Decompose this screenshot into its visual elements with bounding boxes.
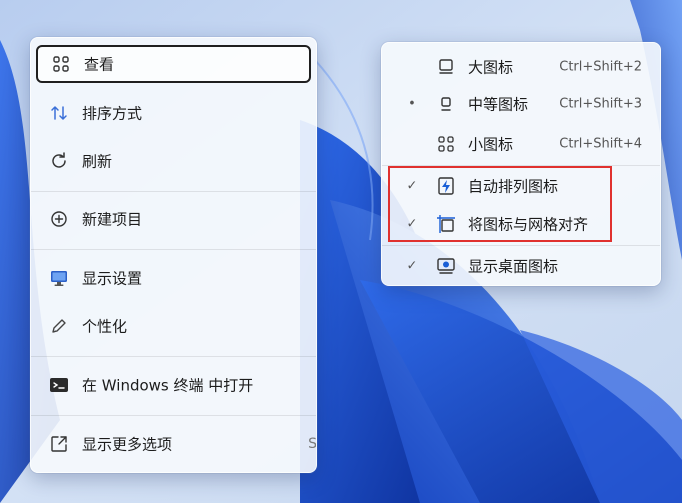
menu-item-new[interactable]: 新建项目 (36, 200, 311, 238)
display-icon (48, 267, 70, 289)
grid-view-icon (50, 53, 72, 75)
menu-item-label: 排序方式 (82, 104, 143, 123)
medium-icons-icon (436, 94, 456, 114)
menu-item-label: 查看 (84, 55, 115, 74)
menu-item-label: 显示更多选项 (82, 435, 173, 454)
refresh-icon (48, 150, 70, 172)
desktop-context-menu: 查看 排序方式 刷新 新建项目 显示设置 个性化 在 Windows 终端 中打… (30, 37, 317, 473)
submenu-item-label: 中等图标 (468, 95, 529, 114)
menu-separator (31, 249, 316, 250)
menu-item-label: 显示设置 (82, 269, 143, 288)
menu-item-personalize[interactable]: 个性化 (36, 307, 311, 345)
show-desktop-icons-icon (436, 256, 456, 276)
submenu-item-label: 大图标 (468, 58, 514, 77)
pen-icon (48, 315, 70, 337)
view-submenu: 大图标 Ctrl+Shift+2 • 中等图标 Ctrl+Shift+3 小图标… (381, 42, 661, 286)
menu-item-view[interactable]: 查看 (36, 45, 311, 83)
menu-separator (31, 191, 316, 192)
submenu-item-show-desktop-icons[interactable]: ✓ 显示桌面图标 (386, 248, 656, 284)
sort-icon (48, 102, 70, 124)
menu-item-open-terminal[interactable]: 在 Windows 终端 中打开 (36, 366, 311, 404)
menu-item-display-settings[interactable]: 显示设置 (36, 259, 311, 297)
check-mark: ✓ (406, 258, 418, 274)
menu-item-sort[interactable]: 排序方式 (36, 94, 311, 132)
submenu-item-label: 小图标 (468, 135, 514, 154)
selection-mark: • (408, 96, 416, 112)
menu-item-show-more-options[interactable]: 显示更多选项 S (36, 425, 316, 463)
menu-item-label: 在 Windows 终端 中打开 (82, 376, 254, 395)
submenu-item-small-icons[interactable]: 小图标 Ctrl+Shift+4 (386, 126, 656, 162)
add-circle-icon (48, 208, 70, 230)
large-icons-icon (436, 57, 456, 77)
menu-separator (382, 245, 660, 246)
keyboard-shortcut: Ctrl+Shift+4 (559, 136, 642, 152)
menu-item-label: 新建项目 (82, 210, 143, 229)
submenu-item-medium-icons[interactable]: • 中等图标 Ctrl+Shift+3 (386, 86, 656, 122)
keyboard-shortcut: Ctrl+Shift+2 (559, 59, 642, 75)
keyboard-shortcut: Ctrl+Shift+3 (559, 96, 642, 112)
terminal-icon (48, 374, 70, 396)
menu-separator (31, 356, 316, 357)
submenu-item-label: 显示桌面图标 (468, 257, 559, 276)
menu-item-refresh[interactable]: 刷新 (36, 142, 311, 180)
menu-item-label: 个性化 (82, 317, 128, 336)
open-more-icon (48, 433, 70, 455)
small-icons-icon (436, 134, 456, 154)
submenu-item-large-icons[interactable]: 大图标 Ctrl+Shift+2 (386, 49, 656, 85)
shortcut-hint: S (308, 436, 317, 452)
menu-item-label: 刷新 (82, 152, 113, 171)
menu-separator (31, 415, 316, 416)
highlight-annotation-box (388, 166, 612, 242)
